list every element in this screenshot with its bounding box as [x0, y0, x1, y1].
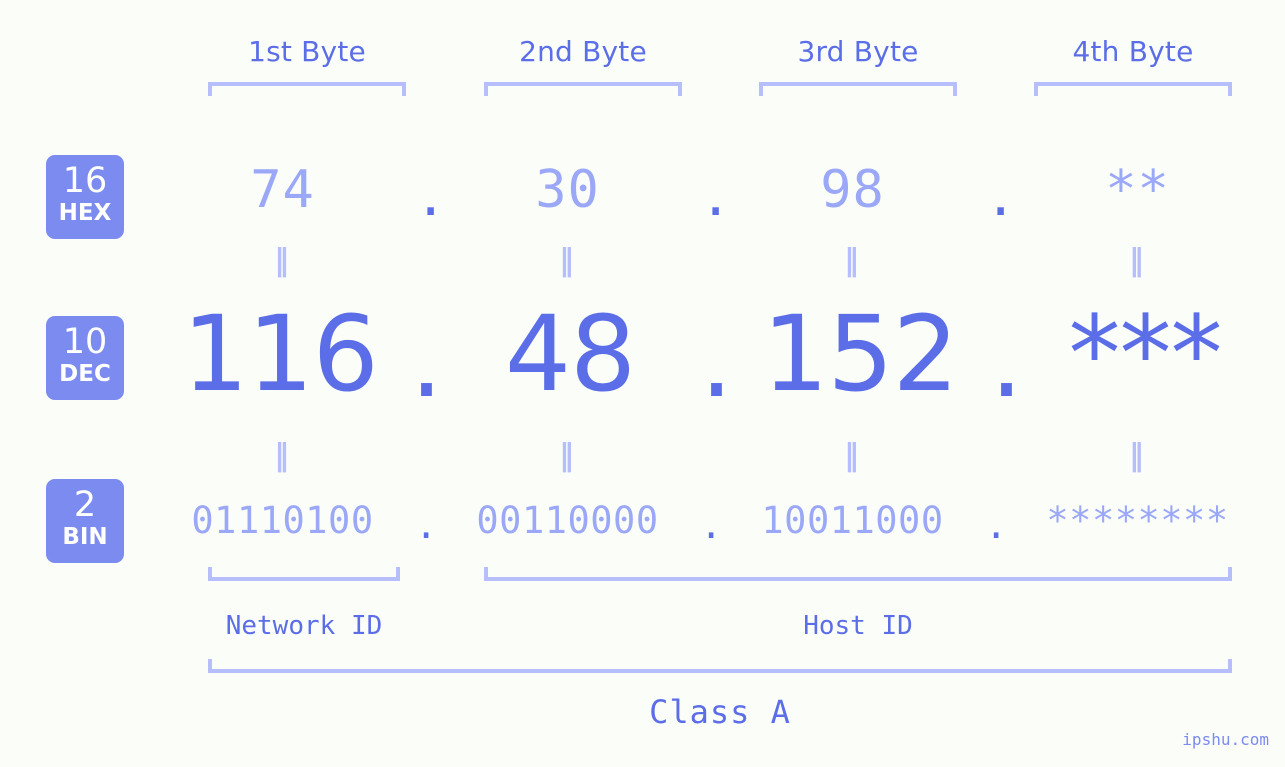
ip-address-breakdown-page: { "colors": { "background": "#fbfdf8", "…	[0, 0, 1285, 767]
byte-bracket-4	[1034, 82, 1232, 96]
network-id-label: Network ID	[225, 611, 383, 641]
equals-mark-hex-dec-1: ‖	[274, 243, 292, 278]
equals-mark-dec-bin-1: ‖	[274, 438, 292, 473]
host-id-bracket	[484, 567, 1232, 581]
equivalence-row-hex-dec: ‖ ‖ ‖ ‖	[150, 246, 1270, 276]
byte-header-3-label: 3rd Byte	[797, 35, 919, 68]
bin-row: 01110100 . 00110000 . 10011000 . *******…	[150, 492, 1270, 550]
dec-byte-1: 116	[182, 293, 379, 415]
hex-row: 74 . 30 . 98 . **	[150, 150, 1270, 230]
radix-badge-bin: 2 BIN	[46, 479, 124, 563]
radix-badge-bin-system: BIN	[62, 524, 108, 550]
bin-byte-1: 01110100	[191, 499, 374, 542]
equals-mark-hex-dec-3: ‖	[843, 243, 861, 278]
dec-row: 116 . 48 . 152 . ***	[150, 292, 1270, 421]
byte-header-2-label: 2nd Byte	[519, 35, 647, 68]
dec-byte-2: 48	[504, 293, 636, 415]
equals-mark-dec-bin-4: ‖	[1128, 438, 1146, 473]
byte-bracket-3	[759, 82, 957, 96]
byte-header-1-label: 1st Byte	[248, 35, 366, 68]
hex-byte-3: 98	[820, 160, 885, 220]
site-watermark: ipshu.com	[1182, 730, 1269, 749]
dec-byte-4: ***	[1068, 293, 1223, 415]
hex-byte-1: 74	[250, 160, 315, 220]
bin-byte-2: 00110000	[476, 499, 659, 542]
bin-byte-3: 10011000	[761, 499, 944, 542]
hex-byte-2: 30	[535, 160, 600, 220]
radix-badge-hex-number: 16	[62, 161, 108, 201]
hex-dot-2: .	[700, 168, 732, 228]
bin-byte-4: ********	[1046, 499, 1229, 542]
host-id-label: Host ID	[803, 611, 913, 641]
class-bracket	[208, 659, 1232, 673]
class-label: Class A	[649, 693, 791, 731]
radix-badge-bin-number: 2	[73, 485, 97, 525]
bin-dot-3: .	[985, 504, 1008, 547]
hex-dot-3: .	[985, 168, 1017, 228]
radix-badge-hex: 16 HEX	[46, 155, 124, 239]
dec-byte-3: 152	[762, 293, 959, 415]
dec-dot-3: .	[990, 299, 1024, 421]
equals-mark-dec-bin-3: ‖	[843, 438, 861, 473]
radix-badge-dec-system: DEC	[59, 361, 111, 387]
byte-header-4: 4th Byte	[1034, 31, 1232, 73]
radix-badge-hex-system: HEX	[58, 200, 112, 226]
equals-mark-hex-dec-2: ‖	[559, 243, 577, 278]
radix-badge-dec-number: 10	[62, 322, 108, 362]
hex-dot-1: .	[415, 168, 447, 228]
byte-header-3: 3rd Byte	[759, 31, 957, 73]
byte-bracket-1	[208, 82, 406, 96]
byte-header-4-label: 4th Byte	[1072, 35, 1194, 68]
byte-header-2: 2nd Byte	[484, 31, 682, 73]
equals-mark-dec-bin-2: ‖	[559, 438, 577, 473]
equals-mark-hex-dec-4: ‖	[1128, 243, 1146, 278]
network-id-bracket	[208, 567, 400, 581]
equivalence-row-dec-bin: ‖ ‖ ‖ ‖	[150, 441, 1270, 471]
dec-dot-2: .	[700, 299, 734, 421]
hex-byte-4: **	[1105, 160, 1170, 220]
radix-badge-dec: 10 DEC	[46, 316, 124, 400]
byte-bracket-2	[484, 82, 682, 96]
dec-dot-1: .	[410, 299, 444, 421]
byte-header-1: 1st Byte	[208, 31, 406, 73]
bin-dot-2: .	[700, 504, 723, 547]
bin-dot-1: .	[415, 504, 438, 547]
